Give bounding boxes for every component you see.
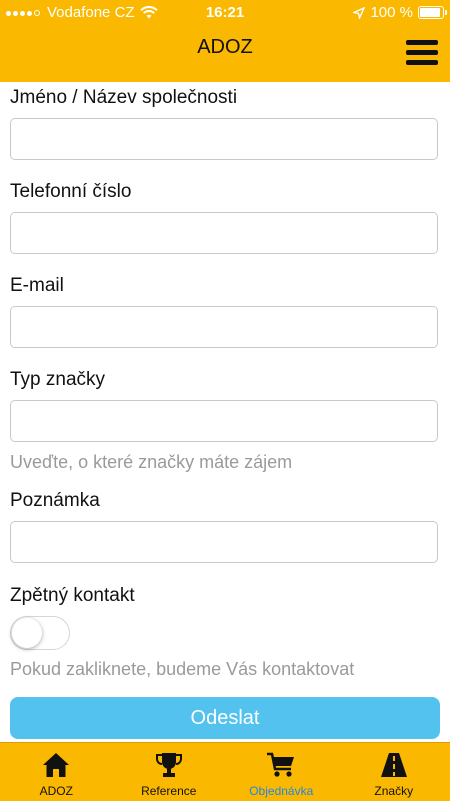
phone-label: Telefonní číslo [10, 181, 131, 203]
email-label: E-mail [10, 275, 64, 297]
status-bar: Vodafone CZ 16:21 100 % [0, 0, 450, 26]
tab-reference[interactable]: Reference [113, 743, 226, 801]
location-arrow-icon [353, 7, 365, 19]
note-label: Poznámka [10, 490, 100, 512]
hamburger-menu-icon[interactable] [406, 40, 440, 66]
phone-input[interactable] [10, 212, 438, 254]
submit-button[interactable]: Odeslat [10, 697, 440, 739]
contact-back-toggle[interactable] [10, 616, 70, 650]
note-input[interactable] [10, 521, 438, 563]
top-bar: Vodafone CZ 16:21 100 % ADOZ [0, 0, 450, 82]
trophy-icon [154, 751, 184, 779]
tab-adoz[interactable]: ADOZ [0, 743, 113, 801]
brand-type-hint: Uveďte, o které značky máte zájem [10, 452, 292, 473]
battery-icon [418, 6, 444, 19]
brand-type-input[interactable] [10, 400, 438, 442]
toggle-knob [12, 618, 42, 648]
name-label: Jméno / Název společnosti [10, 87, 237, 109]
tab-objednavka[interactable]: Objednávka [225, 743, 338, 801]
tab-label-reference: Reference [141, 784, 196, 798]
tab-znacky[interactable]: Značky [338, 743, 450, 801]
bottom-tab-bar: ADOZ Reference Objednávka Značky [0, 742, 450, 801]
name-input[interactable] [10, 118, 438, 160]
brand-type-label: Typ značky [10, 369, 105, 391]
home-icon [41, 751, 71, 779]
tab-label-adoz: ADOZ [40, 784, 73, 798]
battery-percent: 100 % [370, 4, 413, 21]
page-title: ADOZ [0, 36, 450, 59]
tab-label-objednavka: Objednávka [249, 784, 313, 798]
tab-label-znacky: Značky [374, 784, 413, 798]
cart-icon [266, 751, 296, 779]
contact-back-hint: Pokud zakliknete, budeme Vás kontaktovat [10, 659, 354, 680]
email-input[interactable] [10, 306, 438, 348]
road-icon [379, 751, 409, 779]
contact-back-label: Zpětný kontakt [10, 585, 135, 607]
